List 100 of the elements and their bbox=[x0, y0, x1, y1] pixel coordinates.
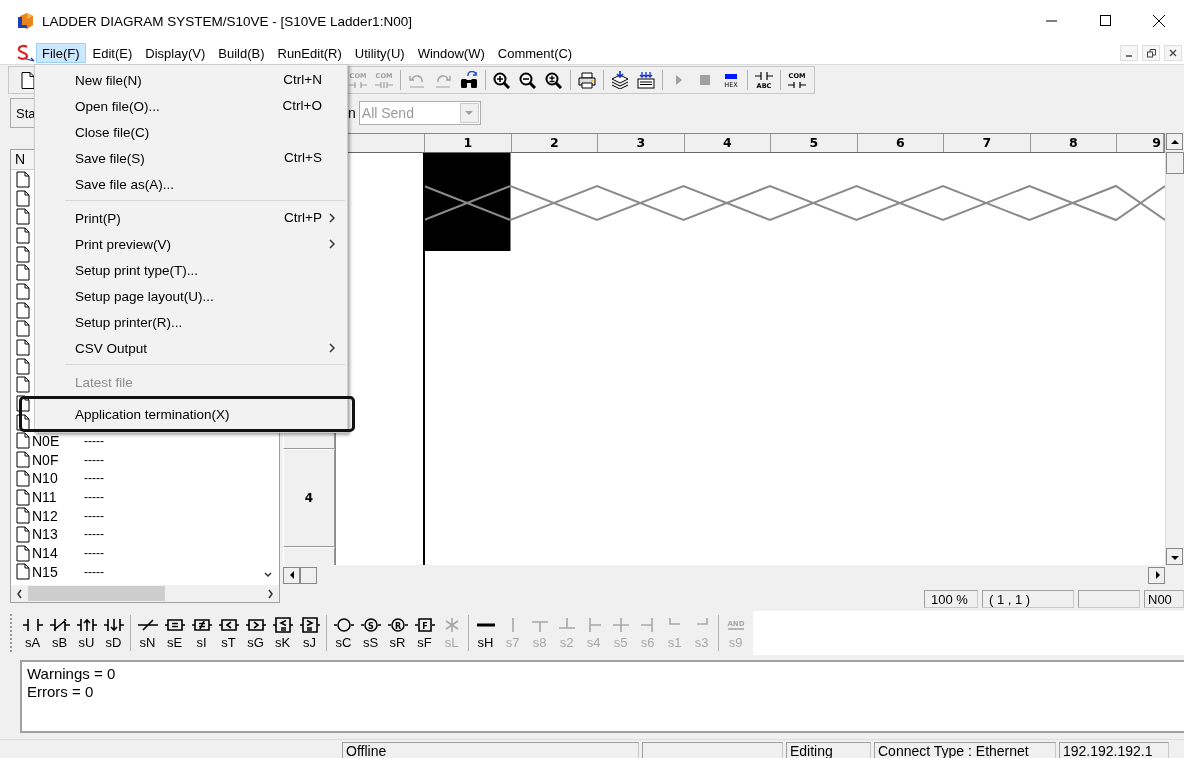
menu-item[interactable]: Window(W) bbox=[411, 43, 491, 63]
document-icon bbox=[16, 264, 30, 282]
document-icon bbox=[16, 208, 30, 226]
node-name[interactable]: N0F bbox=[32, 452, 84, 467]
compare-box-icon[interactable] bbox=[244, 616, 267, 633]
maximize-icon[interactable] bbox=[1100, 15, 1112, 27]
scrollbar-thumb[interactable] bbox=[28, 586, 165, 601]
node-name[interactable]: N12 bbox=[32, 508, 84, 523]
column-header: 6 bbox=[857, 134, 944, 152]
menu-item[interactable]: File(F) bbox=[36, 43, 86, 63]
status-field: Editing bbox=[786, 741, 871, 758]
menu-item[interactable]: Save file as(A)... bbox=[35, 171, 347, 197]
tool-button[interactable]: sB bbox=[46, 612, 73, 654]
menu-item[interactable]: Comment(C) bbox=[491, 43, 579, 63]
compare-box-icon[interactable] bbox=[298, 616, 321, 633]
menu-item[interactable]: Print(P) Ctrl+P bbox=[35, 205, 347, 231]
node-name[interactable]: N15 bbox=[32, 564, 84, 579]
falling-contact-icon[interactable] bbox=[102, 616, 125, 633]
tool-button[interactable]: sK bbox=[269, 612, 296, 654]
document-icon bbox=[16, 432, 30, 450]
download-icon[interactable] bbox=[636, 70, 656, 89]
compare-box-icon[interactable] bbox=[190, 616, 213, 633]
menu-item[interactable]: New file(N) Ctrl+N bbox=[35, 67, 347, 93]
node-name[interactable]: N14 bbox=[32, 546, 84, 561]
scroll-right-button[interactable] bbox=[1148, 566, 1165, 584]
zoom-in-icon[interactable] bbox=[492, 70, 512, 89]
zoom-out-icon[interactable] bbox=[518, 70, 538, 89]
scrollbar-thumb[interactable] bbox=[300, 566, 317, 584]
child-restore-button[interactable] bbox=[1142, 45, 1160, 61]
position-readout: ( 1 , 1 ) bbox=[982, 590, 1074, 608]
up-arrow-icon[interactable] bbox=[1169, 137, 1180, 146]
tool-button[interactable]: S sS bbox=[357, 612, 384, 654]
close-icon[interactable] bbox=[1169, 49, 1177, 57]
scroll-down-icon[interactable] bbox=[263, 570, 273, 578]
tool-button[interactable]: sG bbox=[242, 612, 269, 654]
menu-item[interactable]: Setup page layout(U)... bbox=[35, 283, 347, 309]
download-icon[interactable] bbox=[610, 70, 630, 89]
contact-icon[interactable] bbox=[21, 616, 44, 633]
menu-item[interactable]: Print preview(V) bbox=[35, 231, 347, 257]
tool-button[interactable]: sA bbox=[19, 612, 46, 654]
scroll-down-button[interactable] bbox=[1166, 548, 1183, 565]
coil-icon[interactable] bbox=[332, 616, 355, 633]
menu-item[interactable]: Edit(E) bbox=[86, 43, 139, 63]
negated-contact-icon[interactable] bbox=[48, 616, 71, 633]
tool-button[interactable]: sN bbox=[134, 612, 161, 654]
scroll-right-icon[interactable] bbox=[266, 588, 275, 599]
tool-button[interactable]: sH bbox=[472, 612, 499, 654]
menu-item[interactable]: Setup printer(R)... bbox=[35, 309, 347, 335]
document-icon bbox=[16, 226, 30, 244]
tool-button[interactable]: sC bbox=[330, 612, 357, 654]
document-icon bbox=[16, 282, 30, 300]
compare-box-icon[interactable] bbox=[271, 616, 294, 633]
menu-shortcut: Ctrl+O bbox=[282, 98, 322, 113]
node-name[interactable]: N13 bbox=[32, 527, 84, 542]
menu-shortcut: Ctrl+S bbox=[284, 150, 322, 165]
menu-shortcut: Ctrl+P bbox=[284, 210, 322, 225]
node-name[interactable]: N0E bbox=[32, 433, 84, 448]
close-icon[interactable] bbox=[1152, 15, 1165, 27]
document-icon bbox=[16, 544, 30, 562]
binoculars-icon[interactable] bbox=[459, 70, 479, 89]
rising-contact-icon[interactable] bbox=[75, 616, 98, 633]
control-menu-icon[interactable] bbox=[14, 44, 36, 62]
tool-button[interactable]: sU bbox=[73, 612, 100, 654]
node-name[interactable]: N10 bbox=[32, 471, 84, 486]
printer-icon[interactable] bbox=[577, 70, 597, 89]
menu-item[interactable]: Setup print type(T)... bbox=[35, 257, 347, 283]
scroll-left-button[interactable] bbox=[283, 566, 300, 584]
zoom-icon[interactable] bbox=[544, 70, 564, 89]
menu-item[interactable]: Display(V) bbox=[139, 43, 212, 63]
document-icon bbox=[16, 488, 30, 506]
compare-box-icon[interactable] bbox=[217, 616, 240, 633]
tool-button[interactable]: sJ bbox=[296, 612, 323, 654]
tool-button[interactable]: sI bbox=[188, 612, 215, 654]
tool-button[interactable]: sE bbox=[161, 612, 188, 654]
node-comment: ----- bbox=[84, 508, 104, 523]
tool-button[interactable]: sD bbox=[100, 612, 127, 654]
node-name[interactable]: N11 bbox=[32, 490, 84, 505]
tool-button[interactable]: R sR bbox=[384, 612, 411, 654]
field-label: n bbox=[348, 105, 356, 121]
app-icon bbox=[16, 12, 34, 30]
scrollbar-thumb[interactable] bbox=[1166, 152, 1184, 174]
menu-item[interactable]: Application termination(X) bbox=[19, 396, 355, 432]
menu-item[interactable]: RunEdit(R) bbox=[271, 43, 348, 63]
child-close-button[interactable] bbox=[1164, 45, 1182, 61]
zoom-readout: 100 % bbox=[924, 590, 978, 608]
row-header: 4 bbox=[283, 449, 335, 547]
scroll-left-icon[interactable] bbox=[15, 588, 24, 599]
menu-item[interactable]: Build(B) bbox=[212, 43, 271, 63]
column-header: 2 bbox=[511, 134, 598, 152]
restore-icon[interactable] bbox=[1146, 48, 1156, 58]
scroll-up-button[interactable] bbox=[1166, 133, 1183, 150]
tool-button[interactable]: sT bbox=[215, 612, 242, 654]
menu-item[interactable]: Save file(S) Ctrl+S bbox=[35, 145, 347, 171]
document-icon bbox=[16, 301, 30, 319]
child-minimize-button[interactable] bbox=[1120, 45, 1138, 61]
tool-button[interactable]: F sF bbox=[411, 612, 438, 654]
menu-item[interactable]: Utility(U) bbox=[348, 43, 411, 63]
menu-item[interactable]: CSV Output bbox=[35, 335, 347, 361]
compare-box-icon[interactable] bbox=[163, 616, 186, 633]
slashed-line-icon[interactable] bbox=[136, 616, 159, 633]
